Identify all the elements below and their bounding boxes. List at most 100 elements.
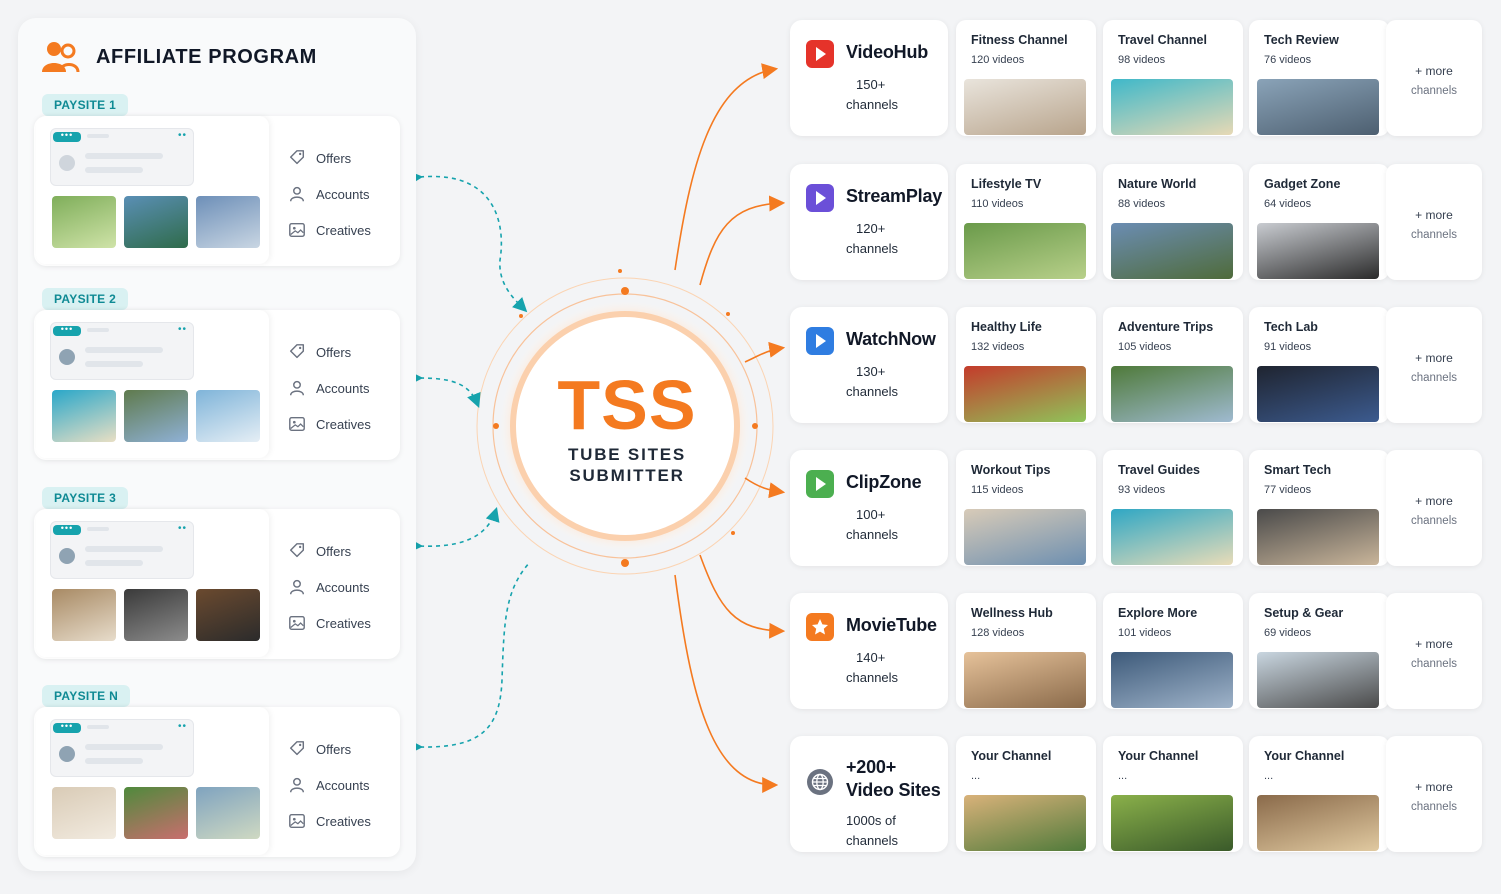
- channel-card[interactable]: Explore More 101 videos: [1103, 593, 1243, 709]
- channel-card[interactable]: Your Channel ...: [956, 736, 1096, 852]
- channel-card[interactable]: Your Channel ...: [1103, 736, 1243, 852]
- channel-name: Tech Review: [1264, 33, 1339, 47]
- accounts-label: Accounts: [316, 186, 370, 202]
- creatives-label: Creatives: [316, 416, 371, 432]
- channel-card[interactable]: Travel Channel 98 videos: [1103, 20, 1243, 136]
- channel-name: Tech Lab: [1264, 320, 1318, 334]
- channel-video-count: 105 videos: [1118, 341, 1172, 353]
- play-icon: [806, 470, 834, 498]
- channel-card[interactable]: Smart Tech 77 videos: [1249, 450, 1389, 566]
- channel-thumbnail: [964, 366, 1086, 422]
- accounts-link[interactable]: Accounts: [288, 176, 371, 212]
- paysite-card[interactable]: PAYSITE N ••• •• Offers Accounts Creativ…: [34, 685, 400, 857]
- channel-video-count: 110 videos: [971, 198, 1024, 210]
- paysite-card[interactable]: PAYSITE 1 ••• •• Offers Accounts Creativ…: [34, 94, 400, 266]
- offers-label: Offers: [316, 344, 352, 360]
- hub-dot: [726, 312, 730, 316]
- more-channels-button[interactable]: + more channels: [1386, 593, 1482, 709]
- channel-name: Gadget Zone: [1264, 177, 1341, 191]
- accounts-link[interactable]: Accounts: [288, 370, 371, 406]
- tube-site-card[interactable]: +200+ Video Sites 1000s of channels: [790, 736, 948, 852]
- channel-name: Nature World: [1118, 177, 1197, 191]
- channel-card[interactable]: Wellness Hub 128 videos: [956, 593, 1096, 709]
- paysite-thumbnail: [124, 787, 188, 839]
- offers-link[interactable]: Offers: [288, 731, 371, 767]
- channel-card[interactable]: Gadget Zone 64 videos: [1249, 164, 1389, 280]
- play-icon: [806, 184, 834, 212]
- channel-card[interactable]: Healthy Life 132 videos: [956, 307, 1096, 423]
- paysite-thumbnail: [196, 787, 260, 839]
- tube-site-name: WatchNow: [846, 329, 936, 349]
- channel-thumbnail: [1111, 652, 1233, 708]
- accounts-link[interactable]: Accounts: [288, 767, 371, 803]
- channel-video-count: 132 videos: [971, 341, 1025, 353]
- creatives-link[interactable]: Creatives: [288, 605, 371, 641]
- window-dots-icon: ••: [177, 324, 187, 335]
- more-channels-button[interactable]: + more channels: [1386, 164, 1482, 280]
- creatives-link[interactable]: Creatives: [288, 803, 371, 839]
- hub-dot: [621, 287, 629, 295]
- channel-card[interactable]: Workout Tips 115 videos: [956, 450, 1096, 566]
- channel-thumbnail: [1111, 223, 1233, 279]
- star-icon: [806, 613, 834, 641]
- more-sub-label: channels: [1410, 372, 1458, 384]
- paysite-links: Offers Accounts Creatives: [288, 140, 371, 248]
- connector-clipzone: [744, 477, 786, 499]
- image-icon: [289, 615, 305, 631]
- more-label: + more: [1415, 780, 1453, 794]
- tube-site-card[interactable]: ClipZone 100+ channels: [790, 450, 948, 566]
- accounts-label: Accounts: [316, 380, 370, 396]
- offers-link[interactable]: Offers: [288, 533, 371, 569]
- paysite-thumbnail: [52, 589, 116, 641]
- more-channels-button[interactable]: + more channels: [1386, 450, 1482, 566]
- paysite-card[interactable]: PAYSITE 2 ••• •• Offers Accounts Creativ…: [34, 288, 400, 460]
- channel-card[interactable]: Tech Lab 91 videos: [1249, 307, 1389, 423]
- channel-card[interactable]: Tech Review 76 videos: [1249, 20, 1389, 136]
- site-window-mock: ••• ••: [50, 128, 194, 186]
- tube-site-channel-count: 100+ channels: [846, 507, 899, 542]
- tube-site-card[interactable]: WatchNow 130+ channels: [790, 307, 948, 423]
- creatives-link[interactable]: Creatives: [288, 406, 371, 442]
- tube-site-channel-count: 120+ channels: [846, 221, 899, 256]
- channel-card[interactable]: Setup & Gear 69 videos: [1249, 593, 1389, 709]
- tag-icon: [289, 741, 305, 756]
- connector-paysite-3: [408, 506, 500, 553]
- paysite-card[interactable]: PAYSITE 3 ••• •• Offers Accounts Creativ…: [34, 487, 400, 659]
- hub-subtitle-2: SUBMITTER: [569, 466, 685, 485]
- creatives-link[interactable]: Creatives: [288, 212, 371, 248]
- panel-title: AFFILIATE PROGRAM: [96, 45, 317, 68]
- connector-paysite-n: [408, 561, 531, 755]
- paysite-links: Offers Accounts Creatives: [288, 334, 371, 442]
- hub-dot: [621, 559, 629, 567]
- channel-name: Wellness Hub: [971, 606, 1053, 620]
- tube-site-card[interactable]: VideoHub 150+ channels: [790, 20, 948, 136]
- window-dots-icon: ••: [177, 130, 187, 141]
- channel-card[interactable]: Travel Guides 93 videos: [1103, 450, 1243, 566]
- more-channels-button[interactable]: + more channels: [1386, 307, 1482, 423]
- channel-card[interactable]: Nature World 88 videos: [1103, 164, 1243, 280]
- channel-card[interactable]: Your Channel ...: [1249, 736, 1389, 852]
- channel-card[interactable]: Lifestyle TV 110 videos: [956, 164, 1096, 280]
- channel-thumbnail: [964, 509, 1086, 565]
- channel-card[interactable]: Fitness Channel 120 videos: [956, 20, 1096, 136]
- offers-link[interactable]: Offers: [288, 334, 371, 370]
- more-channels-button[interactable]: + more channels: [1386, 736, 1482, 852]
- accounts-link[interactable]: Accounts: [288, 569, 371, 605]
- connector-streamplay: [699, 195, 786, 286]
- offers-link[interactable]: Offers: [288, 140, 371, 176]
- tube-site-card[interactable]: MovieTube 140+ channels: [790, 593, 948, 709]
- channel-card[interactable]: Adventure Trips 105 videos: [1103, 307, 1243, 423]
- paysite-thumbnail: [124, 196, 188, 248]
- hub-dot: [731, 531, 735, 535]
- paysite-links: Offers Accounts Creatives: [288, 731, 371, 839]
- more-label: + more: [1415, 351, 1453, 365]
- more-label: + more: [1415, 208, 1453, 222]
- channel-thumbnail: [964, 79, 1086, 135]
- more-channels-button[interactable]: + more channels: [1386, 20, 1482, 136]
- paysite-thumbnail: [196, 589, 260, 641]
- window-dots-icon: •••: [53, 325, 81, 336]
- channel-name: Smart Tech: [1264, 463, 1332, 477]
- paysite-thumbnail: [52, 196, 116, 248]
- tube-site-card[interactable]: StreamPlay 120+ channels: [790, 164, 948, 280]
- play-icon: [806, 327, 834, 355]
